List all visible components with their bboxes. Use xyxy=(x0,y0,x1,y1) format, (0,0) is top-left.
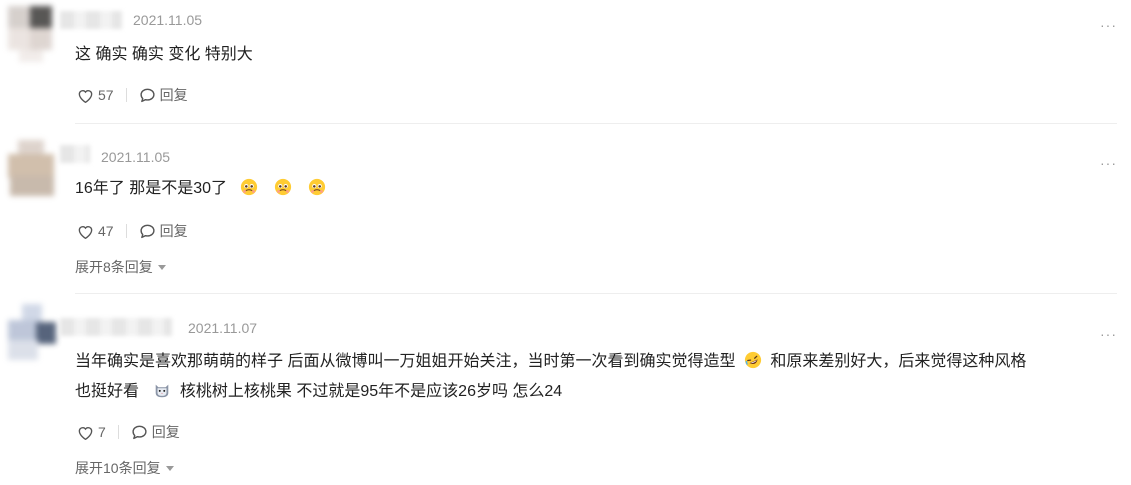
pleading-face-emoji xyxy=(309,178,326,196)
comment-timestamp: 2021.11.05 xyxy=(101,149,171,165)
caret-down-icon xyxy=(165,465,174,471)
divider xyxy=(125,88,127,102)
reply-label: 回复 xyxy=(151,424,180,440)
comment-text: 当年确实是喜欢那萌萌的样子 后面从微博叫一万姐姐开始关注，当时第一次看到确实觉得… xyxy=(75,353,736,370)
comment-text-container: 当年确实是喜欢那萌萌的样子 后面从微博叫一万姐姐开始关注，当时第一次看到确实觉得… xyxy=(75,347,1120,407)
username[interactable] xyxy=(60,318,172,336)
comment-timestamp: 2021.11.05 xyxy=(133,12,203,28)
expand-replies-button[interactable]: 展开8条回复 xyxy=(75,257,166,277)
comment-text: 和原来差别好大，后来觉得这种风格 xyxy=(770,353,1027,370)
comment-text-line: 也挺好看 核桃树上核桃果 不过就是95年不是应该26岁吗 怎么24 xyxy=(75,377,1120,407)
pleading-face-emoji xyxy=(240,178,257,196)
like-count: 47 xyxy=(98,223,114,239)
divider xyxy=(117,425,119,439)
comment-text: 也挺好看 xyxy=(75,383,140,400)
pleading-face-emoji xyxy=(274,178,292,196)
comment-text: 这 确实 确实 变化 特别大 xyxy=(75,46,253,63)
cat-face-emoji xyxy=(156,384,169,398)
avatar[interactable] xyxy=(8,6,58,62)
speech-bubble-icon xyxy=(132,425,147,440)
more-options-button[interactable]: ··· xyxy=(1100,18,1117,32)
username[interactable] xyxy=(60,11,122,29)
divider xyxy=(125,224,127,238)
expand-replies-button[interactable]: 展开10条回复 xyxy=(75,458,174,478)
comment-text-container: 16年了 那是不是30了 xyxy=(75,174,330,204)
like-count: 7 xyxy=(98,424,106,440)
comment-text: 核桃树上核桃果 不过就是95年不是应该26岁吗 怎么24 xyxy=(179,383,563,400)
speech-bubble-icon xyxy=(139,224,155,239)
reply-button[interactable]: 回复 xyxy=(131,422,180,442)
more-options-button[interactable]: ··· xyxy=(1100,156,1117,170)
expand-replies-label: 展开8条回复 xyxy=(75,259,153,275)
avatar[interactable] xyxy=(8,304,58,360)
caret-down-icon xyxy=(157,264,166,270)
speech-bubble-icon xyxy=(139,88,155,103)
comment-actions: 47 回复 xyxy=(77,221,188,241)
reply-label: 回复 xyxy=(159,223,188,239)
heart-outline-icon xyxy=(78,89,93,103)
comment-divider xyxy=(75,123,1117,124)
comment-text-line: 当年确实是喜欢那萌萌的样子 后面从微博叫一万姐姐开始关注，当时第一次看到确实觉得… xyxy=(75,347,1120,377)
like-button[interactable]: 7 xyxy=(77,424,106,440)
like-button[interactable]: 47 xyxy=(77,223,114,239)
reply-label: 回复 xyxy=(159,87,188,103)
heart-outline-icon xyxy=(78,426,93,440)
reply-button[interactable]: 回复 xyxy=(139,221,188,241)
rolling-laughing-emoji xyxy=(744,351,762,369)
username[interactable] xyxy=(60,145,90,163)
avatar[interactable] xyxy=(8,140,58,196)
like-button[interactable]: 57 xyxy=(77,87,114,103)
like-count: 57 xyxy=(98,87,114,103)
comment-timestamp: 2021.11.07 xyxy=(188,320,258,336)
heart-outline-icon xyxy=(78,225,93,239)
comment-actions: 7 回复 xyxy=(77,422,180,442)
comment-divider xyxy=(75,293,1117,294)
comment-text: 16年了 那是不是30了 xyxy=(75,180,228,197)
reply-button[interactable]: 回复 xyxy=(139,85,188,105)
expand-replies-label: 展开10条回复 xyxy=(75,460,161,476)
comment-actions: 57 回复 xyxy=(77,85,188,105)
more-options-button[interactable]: ··· xyxy=(1100,327,1117,341)
